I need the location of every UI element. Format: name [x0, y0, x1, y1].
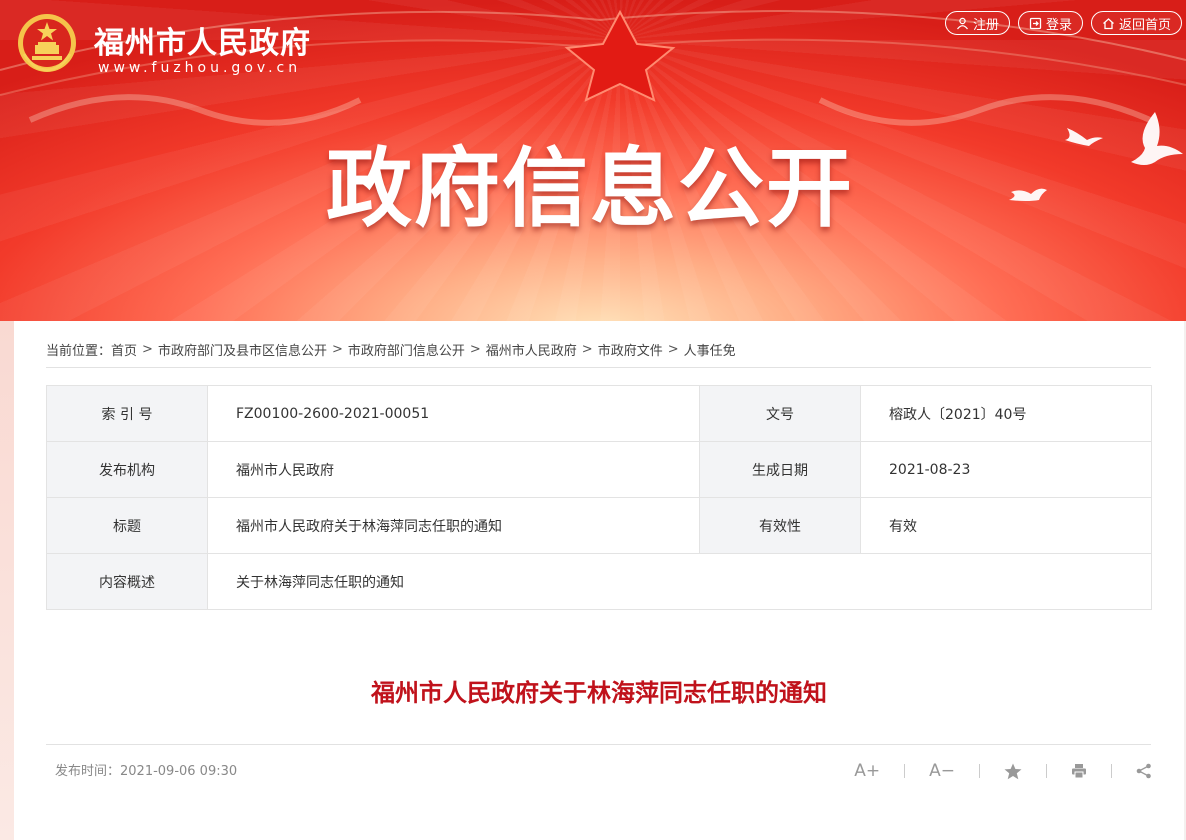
tool-divider — [1111, 764, 1112, 778]
generation-date-value: 2021-08-23 — [860, 441, 1152, 498]
breadcrumb-item-departments[interactable]: 市政府部门信息公开 — [348, 340, 465, 359]
login-link[interactable]: 登录 — [1017, 11, 1083, 35]
user-icon — [956, 17, 968, 29]
login-label: 登录 — [1045, 17, 1072, 33]
register-label: 注册 — [972, 17, 999, 33]
doves-decoration — [1009, 112, 1183, 201]
share-icon — [1136, 763, 1151, 779]
index-number-label: 索 引 号 — [46, 385, 208, 442]
publish-time: 发布时间：2021-09-06 09:30 — [55, 764, 238, 779]
national-emblem-icon — [18, 14, 76, 72]
breadcrumb-item-departments-districts[interactable]: 市政府部门及县市区信息公开 — [158, 340, 327, 359]
breadcrumb-item-personnel[interactable]: 人事任免 — [684, 340, 736, 359]
site-title[interactable]: 福州市人民政府 — [94, 18, 311, 62]
font-decrease-icon: A− — [929, 761, 955, 781]
breadcrumb-separator: > — [142, 342, 153, 357]
home-icon — [1103, 17, 1114, 29]
share-button[interactable] — [1136, 763, 1152, 779]
tool-divider — [904, 764, 906, 778]
title-value: 福州市人民政府关于林海萍同志任职的通知 — [207, 497, 700, 554]
document-number-label: 文号 — [699, 385, 861, 442]
issuer-value: 福州市人民政府 — [207, 441, 700, 498]
font-increase-icon: A+ — [854, 761, 881, 781]
content-card: 当前位置： 首页 > 市政府部门及县市区信息公开 > 市政府部门信息公开 > 福… — [14, 321, 1184, 840]
font-increase-button[interactable]: A+ — [854, 761, 880, 781]
tool-divider — [1046, 764, 1047, 778]
header-banner: 福州市人民政府 www.fuzhou.gov.cn 注册 登录 返回首页 政府信… — [0, 0, 1186, 321]
table-row: 索 引 号 FZ00100-2600-2021-00051 文号 榕政人〔202… — [46, 385, 1152, 442]
breadcrumb-item-home[interactable]: 首页 — [111, 340, 137, 359]
breadcrumb: 当前位置： 首页 > 市政府部门及县市区信息公开 > 市政府部门信息公开 > 福… — [46, 340, 736, 359]
breadcrumb-label: 当前位置： — [46, 344, 112, 359]
article-meta-divider — [46, 744, 1151, 745]
star-icon — [1004, 763, 1022, 779]
left-side-background — [0, 321, 14, 840]
document-info-table: 索 引 号 FZ00100-2600-2021-00051 文号 榕政人〔202… — [46, 385, 1152, 610]
breadcrumb-divider — [46, 367, 1151, 368]
breadcrumb-separator: > — [667, 342, 679, 357]
login-icon — [1029, 17, 1042, 29]
article-tools: A+ A− — [854, 761, 1152, 781]
generation-date-label: 生成日期 — [699, 441, 861, 498]
validity-label: 有效性 — [699, 497, 861, 554]
document-number-value: 榕政人〔2021〕40号 — [860, 385, 1152, 442]
breadcrumb-item-city-documents[interactable]: 市政府文件 — [598, 340, 663, 359]
breadcrumb-separator: > — [331, 342, 343, 357]
summary-label: 内容概述 — [46, 553, 208, 610]
breadcrumb-separator: > — [581, 342, 593, 357]
print-button[interactable] — [1071, 763, 1087, 779]
title-label: 标题 — [46, 497, 208, 554]
top-links: 注册 登录 返回首页 — [944, 11, 1182, 35]
table-row: 发布机构 福州市人民政府 生成日期 2021-08-23 — [46, 441, 1152, 498]
validity-value: 有效 — [860, 497, 1152, 554]
home-label: 返回首页 — [1118, 17, 1171, 33]
breadcrumb-separator: > — [469, 342, 481, 357]
site-url: www.fuzhou.gov.cn — [98, 60, 302, 76]
register-link[interactable]: 注册 — [944, 11, 1010, 35]
favorite-button[interactable] — [1004, 763, 1022, 780]
print-icon — [1072, 764, 1086, 779]
font-decrease-button[interactable]: A− — [929, 761, 955, 781]
table-row: 内容概述 关于林海萍同志任职的通知 — [46, 553, 1152, 610]
index-number-value: FZ00100-2600-2021-00051 — [207, 385, 700, 442]
breadcrumb-item-city-government[interactable]: 福州市人民政府 — [486, 340, 577, 359]
issuer-label: 发布机构 — [46, 441, 208, 498]
banner-star-icon — [564, 9, 676, 102]
tool-divider — [979, 764, 980, 778]
article-title: 福州市人民政府关于林海萍同志任职的通知 — [371, 679, 827, 707]
home-link[interactable]: 返回首页 — [1090, 11, 1182, 35]
summary-value: 关于林海萍同志任职的通知 — [207, 553, 1152, 610]
table-row: 标题 福州市人民政府关于林海萍同志任职的通知 有效性 有效 — [46, 497, 1152, 554]
